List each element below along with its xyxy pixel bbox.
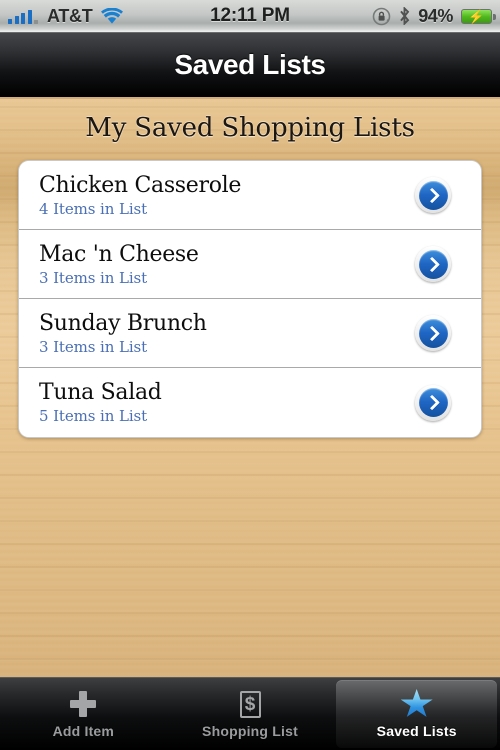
list-item[interactable]: Mac 'n Cheese 3 Items in List	[19, 230, 481, 299]
navigation-bar: Saved Lists	[0, 33, 500, 97]
dollar-bill-icon: $	[239, 690, 261, 718]
disclosure-inner-circle	[418, 388, 448, 417]
list-item-subtitle: 4 Items in List	[39, 199, 148, 218]
rotation-lock-icon	[372, 7, 391, 25]
bluetooth-icon	[400, 7, 410, 25]
list-item[interactable]: Sunday Brunch 3 Items in List	[19, 299, 481, 368]
iphone-screen: AT&T 12:11 PM 94% ⚡ Saved Lists My Saved…	[0, 0, 500, 750]
tab-shopping-list-label: Shopping List	[202, 723, 298, 739]
chevron-right-icon	[423, 394, 440, 411]
row-text-group: Sunday Brunch 3 Items in List	[39, 310, 415, 357]
chevron-right-icon	[423, 187, 440, 203]
row-text-group: Mac 'n Cheese 3 Items in List	[39, 241, 415, 288]
dollar-bill-icon-wrap: $	[239, 689, 261, 719]
plus-icon-wrap	[70, 689, 97, 719]
list-item-title: Tuna Salad	[39, 380, 162, 405]
disclosure-chevron-icon[interactable]	[415, 177, 451, 213]
tab-add-item-label: Add Item	[52, 723, 115, 739]
wifi-icon	[101, 7, 124, 24]
status-bar-left: AT&T	[8, 6, 210, 27]
list-item-title: Chicken Casserole	[39, 172, 242, 198]
list-item-subtitle: 5 Items in List	[39, 407, 148, 425]
plus-icon	[70, 691, 97, 717]
list-item-title: Sunday Brunch	[39, 310, 207, 336]
disclosure-chevron-icon[interactable]	[415, 384, 451, 421]
chevron-right-icon	[423, 256, 440, 272]
clock-label: 12:11 PM	[210, 5, 290, 26]
row-text-group: Tuna Salad 5 Items in List	[39, 379, 415, 426]
status-bar-center: 12:11 PM	[210, 5, 290, 27]
content-area-wood-background: My Saved Shopping Lists Chicken Casserol…	[0, 97, 500, 677]
tab-bar: Add Item $ Shopping List Saved Lists	[0, 677, 500, 750]
battery-percent-label: 94%	[418, 5, 454, 26]
status-bar-right: 94% ⚡	[290, 5, 496, 27]
disclosure-chevron-icon[interactable]	[415, 246, 451, 282]
disclosure-chevron-icon[interactable]	[415, 315, 451, 351]
page-title: Saved Lists	[174, 48, 326, 80]
row-text-group: Chicken Casserole 4 Items in List	[39, 172, 415, 219]
star-icon	[400, 689, 433, 717]
disclosure-inner-circle	[418, 249, 448, 279]
star-icon-wrap	[400, 689, 433, 719]
battery-charging-icon: ⚡	[461, 8, 496, 24]
list-item-subtitle: 3 Items in List	[39, 337, 148, 356]
carrier-label: AT&T	[47, 5, 93, 26]
tab-saved-lists-label: Saved Lists	[376, 723, 457, 739]
disclosure-inner-circle	[418, 318, 448, 348]
status-bar: AT&T 12:11 PM 94% ⚡	[0, 0, 500, 33]
section-header: My Saved Shopping Lists	[85, 113, 415, 143]
tab-saved-lists[interactable]: Saved Lists	[333, 678, 500, 750]
list-item-title: Mac 'n Cheese	[39, 241, 199, 267]
list-item-subtitle: 3 Items in List	[39, 268, 148, 287]
list-item[interactable]: Chicken Casserole 4 Items in List	[19, 161, 481, 230]
signal-bars-icon	[8, 9, 38, 24]
tab-shopping-list[interactable]: $ Shopping List	[167, 678, 334, 750]
disclosure-inner-circle	[418, 180, 448, 210]
list-item[interactable]: Tuna Salad 5 Items in List	[19, 368, 481, 437]
saved-lists-card: Chicken Casserole 4 Items in List Mac 'n…	[18, 160, 482, 438]
tab-add-item[interactable]: Add Item	[0, 678, 167, 750]
chevron-right-icon	[423, 325, 440, 341]
